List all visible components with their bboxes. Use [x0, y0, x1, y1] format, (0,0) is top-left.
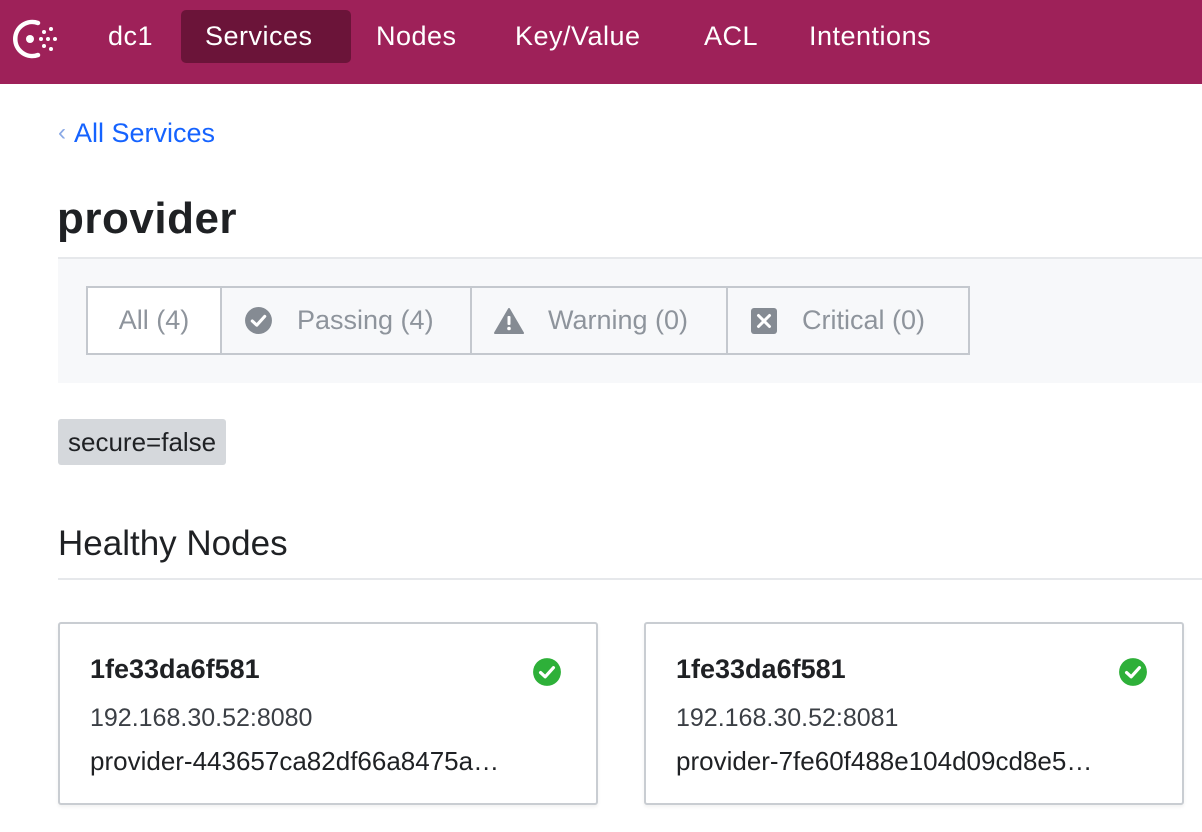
nav-key-value[interactable]: Key/Value	[491, 10, 665, 63]
nav-services[interactable]: Services	[181, 10, 351, 63]
critical-x-icon	[750, 307, 778, 335]
node-address: 192.168.30.52:8081	[676, 704, 899, 732]
health-filter-group: All (4) Passing (4) Warning (0) Critical…	[86, 286, 970, 355]
node-card[interactable]: 1fe33da6f581 192.168.30.52:8081 provider…	[644, 622, 1184, 805]
filter-critical[interactable]: Critical (0)	[728, 288, 968, 353]
filter-all-label: All (4)	[118, 305, 190, 335]
section-divider	[58, 578, 1202, 580]
node-service-id: provider-7fe60f488e104d09cd8e5…	[676, 746, 1093, 776]
passing-check-icon	[1119, 658, 1147, 686]
filter-critical-label: Critical (0)	[802, 305, 926, 335]
passing-check-icon	[533, 658, 561, 686]
health-filter-panel: All (4) Passing (4) Warning (0) Critical…	[58, 259, 1202, 383]
filter-passing-label: Passing (4)	[297, 305, 434, 335]
breadcrumb-label: All Services	[74, 118, 216, 148]
filter-passing[interactable]: Passing (4)	[222, 288, 472, 353]
node-name: 1fe33da6f581	[676, 654, 846, 684]
nav-acl[interactable]: ACL	[680, 10, 782, 63]
nav-intentions[interactable]: Intentions	[785, 10, 955, 63]
node-card[interactable]: 1fe33da6f581 192.168.30.52:8080 provider…	[58, 622, 598, 805]
check-circle-icon	[244, 306, 273, 335]
page-title: provider	[57, 194, 238, 243]
node-address: 192.168.30.52:8080	[90, 704, 313, 732]
warning-triangle-icon	[494, 307, 524, 335]
node-name: 1fe33da6f581	[90, 654, 260, 684]
nav-nodes[interactable]: Nodes	[352, 10, 481, 63]
filter-all[interactable]: All (4)	[88, 288, 222, 353]
filter-warning-label: Warning (0)	[548, 305, 689, 335]
breadcrumb-all-services[interactable]: ‹ All Services	[58, 118, 215, 149]
chevron-left-icon: ‹	[58, 118, 66, 146]
node-service-id: provider-443657ca82df66a8475a…	[90, 746, 500, 776]
top-navigation: dc1 Services Nodes Key/Value ACL Intenti…	[0, 0, 1202, 84]
datacenter-selector[interactable]: dc1	[84, 10, 177, 63]
service-tag: secure=false	[58, 419, 227, 465]
filter-warning[interactable]: Warning (0)	[472, 288, 728, 353]
consul-logo-icon[interactable]	[4, 14, 60, 64]
healthy-nodes-heading: Healthy Nodes	[58, 524, 288, 563]
